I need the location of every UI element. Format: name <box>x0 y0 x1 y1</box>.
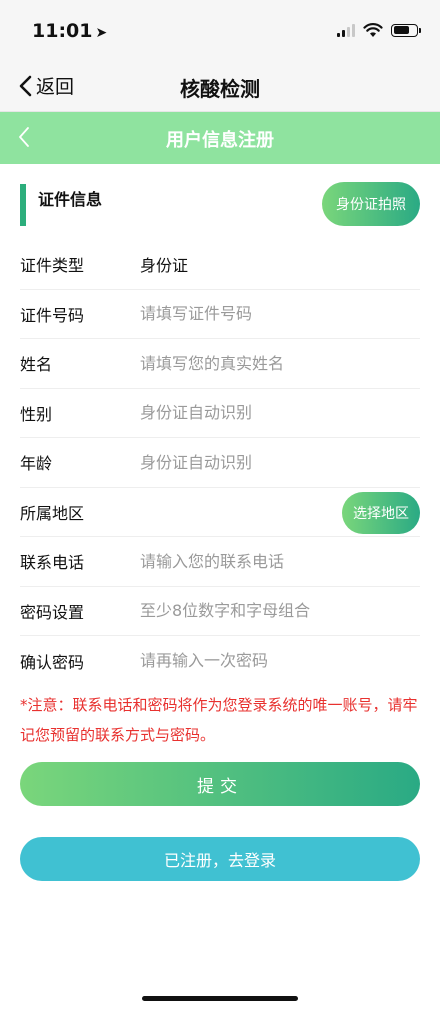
id-number-input[interactable] <box>140 304 420 324</box>
signal-icon <box>337 23 355 37</box>
location-arrow-icon: ➤ <box>95 25 108 41</box>
field-label: 证件类型 <box>20 256 85 276</box>
field-label: 年龄 <box>20 454 53 474</box>
row-id-number: 证件号码 <box>20 290 420 339</box>
id-photo-button[interactable]: 身份证拍照 <box>322 182 420 226</box>
field-label: 性别 <box>20 404 53 424</box>
go-login-button[interactable]: 已注册，去登录 <box>20 837 420 881</box>
field-label: 姓名 <box>20 355 53 375</box>
row-gender: 性别 <box>20 389 420 438</box>
status-bar: 11:01 ➤ <box>0 0 440 60</box>
home-indicator <box>142 996 298 1001</box>
row-confirm-password: 确认密码 <box>20 636 420 686</box>
field-label: 证件号码 <box>20 305 85 325</box>
row-region: 所属地区 选择地区 <box>20 488 420 537</box>
page-title: 核酸检测 <box>180 77 260 101</box>
password-input[interactable] <box>140 601 420 621</box>
battery-icon <box>391 23 421 37</box>
status-icons <box>337 22 421 38</box>
field-label: 所属地区 <box>20 503 85 523</box>
id-type-value: 身份证 <box>140 256 189 276</box>
form-title: 用户信息注册 <box>166 130 274 151</box>
form-rows: 证件类型 身份证 证件号码 姓名 性别 年龄 所属地区 选择地区 联系电话 密码… <box>20 240 420 686</box>
status-time: 11:01 ➤ <box>32 20 107 42</box>
age-input[interactable] <box>140 452 420 472</box>
row-name: 姓名 <box>20 339 420 389</box>
field-label: 确认密码 <box>20 652 85 672</box>
status-time-text: 11:01 <box>32 20 93 42</box>
row-id-type[interactable]: 证件类型 身份证 <box>20 240 420 290</box>
section-header: 证件信息 身份证拍照 <box>20 164 420 240</box>
confirm-password-input[interactable] <box>140 651 420 671</box>
row-password: 密码设置 <box>20 587 420 636</box>
nav-bar: 返回 核酸检测 <box>0 60 440 112</box>
name-input[interactable] <box>140 353 420 373</box>
phone-input[interactable] <box>140 551 420 571</box>
field-label: 联系电话 <box>20 553 85 573</box>
form-header: 用户信息注册 <box>0 112 440 164</box>
notice-text: *注意：联系电话和密码将作为您登录系统的唯一账号，请牢记您预留的联系方式与密码。 <box>20 695 418 744</box>
section-accent-bar <box>20 184 26 226</box>
submit-button[interactable]: 提交 <box>20 762 420 806</box>
select-region-button[interactable]: 选择地区 <box>342 491 420 534</box>
registration-form: 证件信息 身份证拍照 证件类型 身份证 证件号码 姓名 性别 年龄 所属地区 选… <box>0 164 440 686</box>
row-phone: 联系电话 <box>20 537 420 587</box>
row-age: 年龄 <box>20 438 420 488</box>
wifi-icon <box>363 23 383 37</box>
gender-input[interactable] <box>140 403 420 423</box>
field-label: 密码设置 <box>20 602 85 622</box>
section-title: 证件信息 <box>38 190 103 209</box>
